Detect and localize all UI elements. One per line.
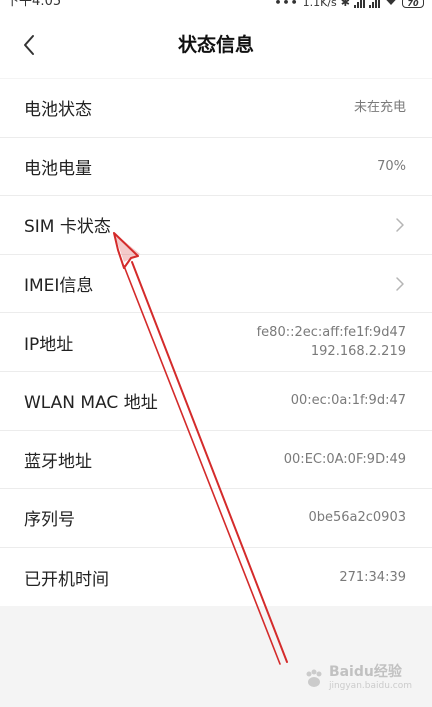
- row-label: 已开机时间: [24, 569, 109, 590]
- row-label: 序列号: [24, 510, 75, 531]
- chevron-right-icon: [394, 275, 406, 293]
- row-bluetooth-address: 蓝牙地址 00:EC:0A:0F:9D:49: [0, 431, 432, 490]
- watermark: Baidu经验 jingyan.baidu.com: [303, 665, 412, 693]
- wifi-icon: [384, 0, 398, 9]
- row-label: 电池状态: [24, 100, 92, 121]
- header: 状态信息: [0, 10, 432, 78]
- paw-icon: [306, 669, 322, 687]
- row-value: 未在充电: [353, 100, 406, 116]
- row-label: IP地址: [24, 334, 74, 355]
- status-list: 电池状态 未在充电 电池电量 70% SIM 卡状态 IMEI信息 IP地址 f…: [0, 79, 432, 607]
- watermark-url: jingyan.baidu.com: [328, 681, 412, 691]
- row-wlan-mac: WLAN MAC 地址 00:ec:0a:1f:9d:47: [0, 372, 432, 431]
- row-sim-status[interactable]: SIM 卡状态: [0, 196, 432, 255]
- row-label: IMEI信息: [24, 276, 94, 297]
- watermark-text-stack: Baidu经验 jingyan.baidu.com: [329, 665, 412, 693]
- battery-icon: 70: [402, 0, 424, 8]
- row-value-ipv6: fe80::2ec:aff:fe1f:9d47: [256, 325, 406, 341]
- row-value: 271:34:39: [339, 569, 406, 585]
- watermark-text: Baidu经验: [328, 664, 402, 680]
- status-bar: 下午4:05 ••• 1.1K/s ✱ 70: [0, 0, 432, 10]
- row-uptime: 已开机时间 271:34:39: [0, 548, 432, 607]
- signal-icon: [354, 0, 365, 8]
- row-value-ipv4: 192.168.2.219: [310, 344, 406, 360]
- row-value-stack: fe80::2ec:aff:fe1f:9d47 192.168.2.219: [257, 323, 406, 361]
- page-title: 状态信息: [177, 34, 254, 56]
- row-label: 电池电量: [24, 158, 92, 179]
- status-time: 下午4:05: [6, 0, 62, 9]
- row-battery-level: 电池电量 70%: [0, 138, 432, 197]
- notification-dots-icon: •••: [274, 0, 299, 9]
- row-value: 70%: [377, 158, 406, 174]
- row-serial-number: 序列号 0be56a2c0903: [0, 489, 432, 548]
- chevron-right-icon: [394, 216, 406, 234]
- row-battery-status: 电池状态 未在充电: [0, 79, 432, 138]
- row-imei-info[interactable]: IMEI信息: [0, 255, 432, 314]
- status-info-screen: 下午4:05 ••• 1.1K/s ✱ 70 状态信息 电池状态 未在充电 电池…: [0, 0, 432, 707]
- row-value: 0be56a2c0903: [308, 510, 406, 526]
- network-speed: 1.1K/s: [302, 0, 337, 9]
- row-label: WLAN MAC 地址: [24, 393, 158, 414]
- row-label: SIM 卡状态: [24, 217, 111, 238]
- row-value: 00:ec:0a:1f:9d:47: [290, 393, 406, 409]
- row-ip-address: IP地址 fe80::2ec:aff:fe1f:9d47 192.168.2.2…: [0, 313, 432, 372]
- row-label: 蓝牙地址: [24, 451, 92, 472]
- bluetooth-icon: ✱: [340, 0, 350, 9]
- signal-icon-2: [369, 0, 380, 8]
- row-value: 00:EC:0A:0F:9D:49: [283, 451, 406, 467]
- status-icons: ••• 1.1K/s ✱ 70: [275, 0, 424, 10]
